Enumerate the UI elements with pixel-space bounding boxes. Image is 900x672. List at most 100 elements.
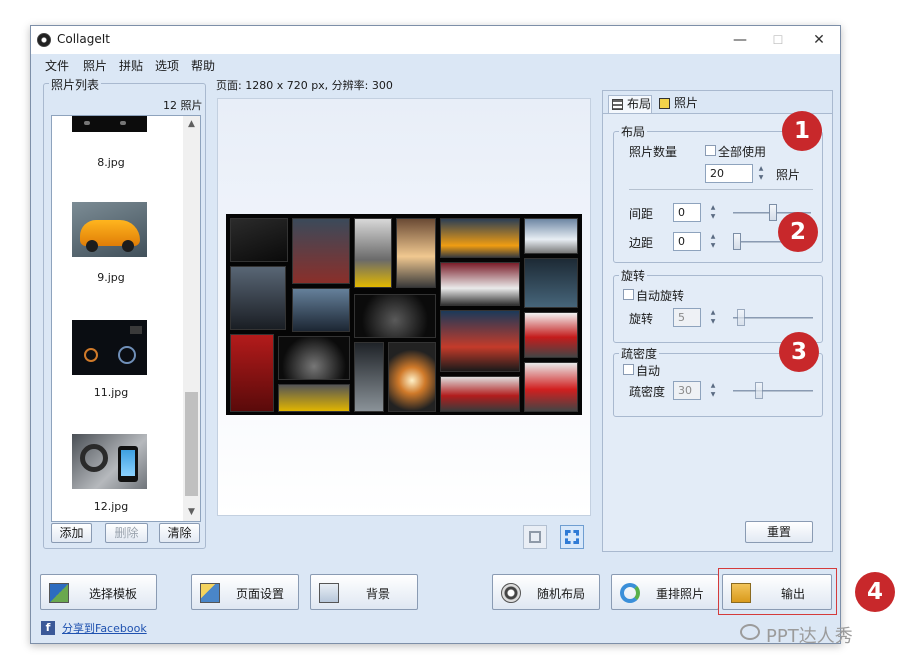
collage-tile	[292, 218, 350, 284]
spacing-stepper[interactable]: ▲ ▼	[707, 203, 719, 222]
photo-list[interactable]: 8.jpg 9.jpg 11.jpg 12.jpg ▲ ▼	[51, 115, 201, 522]
use-all-label: 全部使用	[718, 145, 767, 159]
minimize-button[interactable]: —	[725, 30, 755, 50]
clear-photos-button[interactable]: 清除	[159, 523, 200, 543]
tab-photo[interactable]: 照片	[656, 95, 702, 113]
density-slider[interactable]	[733, 390, 813, 392]
auto-density-checkbox[interactable]	[623, 364, 634, 375]
rotation-slider-thumb[interactable]	[737, 309, 745, 326]
thumbnail-label: 8.jpg	[97, 156, 125, 169]
collage-preview[interactable]	[226, 214, 582, 415]
settings-panel: 布局 照片 布局 照片数量 全部使用 20 ▲ ▼ 照片 间距 0 ▲ ▼ 边距 0…	[602, 90, 833, 552]
thumbnail-label: 11.jpg	[93, 386, 129, 399]
auto-density-label: 自动	[636, 364, 661, 378]
scrollbar-thumb[interactable]	[185, 392, 198, 496]
thumbnail-label: 9.jpg	[97, 271, 125, 284]
choose-template-button[interactable]: 选择模板	[40, 574, 157, 610]
rotation-stepper[interactable]: ▲ ▼	[707, 308, 719, 327]
menu-file[interactable]: 文件	[45, 57, 69, 74]
share-facebook-link[interactable]: 分享到Facebook	[62, 620, 147, 636]
add-photo-button[interactable]: 添加	[51, 523, 92, 543]
density-group-title: 疏密度	[619, 345, 660, 362]
density-stepper[interactable]: ▲ ▼	[707, 381, 719, 400]
menu-bar: 文件 照片 拼贴 选项 帮助	[31, 54, 840, 74]
margin-input[interactable]: 0	[673, 232, 701, 251]
collage-tile	[354, 218, 392, 288]
shuffle-photos-button[interactable]: 重排照片	[611, 574, 719, 610]
density-input[interactable]: 30	[673, 381, 701, 400]
layout-group-title: 布局	[619, 123, 648, 140]
close-button[interactable]: ✕	[804, 30, 834, 50]
collage-tile	[230, 218, 288, 262]
rotation-label: 旋转	[629, 312, 654, 326]
annotation-badge-4: 4	[855, 572, 895, 612]
rotation-group-title: 旋转	[619, 267, 648, 284]
export-label: 输出	[781, 587, 806, 601]
collage-tile	[524, 312, 578, 358]
auto-rotate-label: 自动旋转	[636, 289, 685, 303]
export-icon	[731, 583, 751, 603]
thumbnail-8[interactable]	[72, 116, 147, 132]
collage-tile	[388, 342, 436, 412]
photo-count-input[interactable]: 20	[705, 164, 753, 183]
photo-tab-icon	[659, 98, 670, 109]
thumbnail-9[interactable]	[72, 202, 147, 257]
density-label: 疏密度	[629, 385, 666, 399]
density-slider-thumb[interactable]	[755, 382, 763, 399]
reset-button[interactable]: 重置	[745, 521, 813, 543]
facebook-icon[interactable]: f	[41, 621, 55, 635]
dice-icon	[501, 583, 521, 603]
tab-layout[interactable]: 布局	[608, 95, 652, 113]
page-setup-button[interactable]: 页面设置	[191, 574, 299, 610]
annotation-badge-3: 3	[779, 332, 819, 372]
menu-photo[interactable]: 照片	[83, 57, 107, 74]
photo-count-stepper[interactable]: ▲ ▼	[755, 164, 767, 183]
page-info: 页面: 1280 x 720 px, 分辨率: 300	[216, 79, 393, 92]
template-icon	[49, 583, 69, 603]
page-setup-icon	[200, 583, 220, 603]
photo-list-scrollbar[interactable]: ▲ ▼	[183, 116, 200, 521]
use-all-checkbox[interactable]	[705, 145, 716, 156]
scroll-down-icon[interactable]: ▼	[183, 504, 200, 521]
spacing-slider-thumb[interactable]	[769, 204, 777, 221]
thumbnail-12[interactable]	[72, 434, 147, 489]
menu-options[interactable]: 选项	[155, 57, 179, 74]
thumbnail-label: 12.jpg	[93, 500, 129, 513]
collage-tile	[440, 376, 520, 412]
collage-tile	[440, 218, 520, 258]
photo-list-title: 照片列表	[49, 76, 102, 93]
delete-photo-button[interactable]: 删除	[105, 523, 148, 543]
background-icon	[319, 583, 339, 603]
spacing-input[interactable]: 0	[673, 203, 701, 222]
menu-collage[interactable]: 拼贴	[119, 57, 143, 74]
collage-tile	[354, 342, 384, 412]
margin-stepper[interactable]: ▲ ▼	[707, 232, 719, 251]
random-layout-label: 随机布局	[537, 587, 586, 601]
random-layout-button[interactable]: 随机布局	[492, 574, 600, 610]
fit-view-icon[interactable]	[560, 525, 584, 549]
app-window: CollageIt — ☐ ✕ 文件 照片 拼贴 选项 帮助 照片列表 12 照…	[30, 25, 841, 644]
annotation-badge-2: 2	[778, 212, 818, 252]
wechat-icon	[740, 624, 760, 640]
collage-tile	[292, 288, 350, 332]
collage-tile	[230, 266, 286, 330]
watermark-text: PPT达人秀	[766, 626, 853, 647]
crop-tool-icon[interactable]	[523, 525, 547, 549]
scroll-up-icon[interactable]: ▲	[183, 116, 200, 133]
rotation-slider[interactable]	[733, 317, 813, 319]
collage-tile	[278, 336, 350, 380]
auto-rotate-checkbox[interactable]	[623, 289, 634, 300]
margin-slider-thumb[interactable]	[733, 233, 741, 250]
maximize-button[interactable]: ☐	[763, 30, 793, 50]
collage-canvas[interactable]	[217, 98, 591, 516]
export-button[interactable]: 输出	[722, 574, 832, 610]
photo-count-unit: 照片	[776, 168, 801, 182]
margin-label: 边距	[629, 236, 654, 250]
collage-tile	[440, 262, 520, 306]
thumbnail-11[interactable]	[72, 320, 147, 375]
menu-help[interactable]: 帮助	[191, 57, 215, 74]
title-bar: CollageIt — ☐ ✕	[31, 26, 840, 54]
photo-count-label: 照片数量	[629, 145, 678, 159]
rotation-input[interactable]: 5	[673, 308, 701, 327]
background-button[interactable]: 背景	[310, 574, 418, 610]
